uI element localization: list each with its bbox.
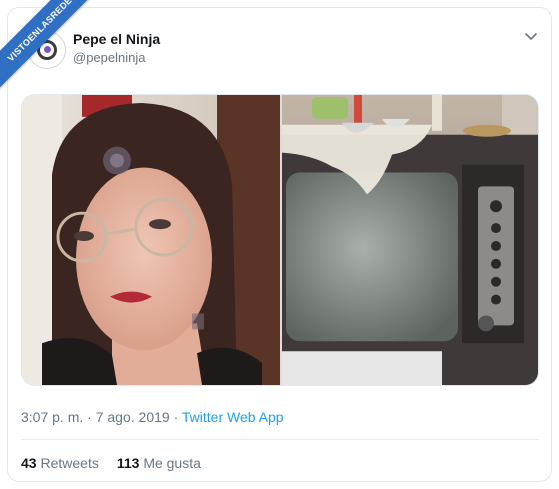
retweets-stat[interactable]: 43 Retweets xyxy=(21,455,99,471)
tweet-source-app[interactable]: Twitter Web App xyxy=(182,409,284,425)
avatar-dot-icon xyxy=(44,46,51,53)
tweet-metadata: 3:07 p. m. · 7 ago. 2019 · Twitter Web A… xyxy=(21,409,284,425)
divider xyxy=(21,439,539,440)
photo-vintage-tv[interactable] xyxy=(282,95,539,385)
meta-separator: · xyxy=(87,409,92,425)
chevron-down-icon[interactable] xyxy=(524,31,538,43)
tweet-time[interactable]: 3:07 p. m. xyxy=(21,409,83,425)
media-grid xyxy=(21,94,539,386)
likes-label: Me gusta xyxy=(143,455,201,471)
user-handle[interactable]: @pepelninja xyxy=(73,50,145,65)
likes-count: 113 xyxy=(116,455,140,471)
meta-separator: · xyxy=(173,409,179,425)
photo-selfie[interactable] xyxy=(22,95,280,385)
likes-stat[interactable]: 113 Me gusta xyxy=(117,455,201,471)
display-name[interactable]: Pepe el Ninja xyxy=(73,31,160,47)
tweet-stats: 43 Retweets 113 Me gusta xyxy=(21,455,201,471)
retweets-label: Retweets xyxy=(40,455,99,471)
retweets-count: 43 xyxy=(21,455,37,471)
tweet-date[interactable]: 7 ago. 2019 xyxy=(96,409,170,425)
